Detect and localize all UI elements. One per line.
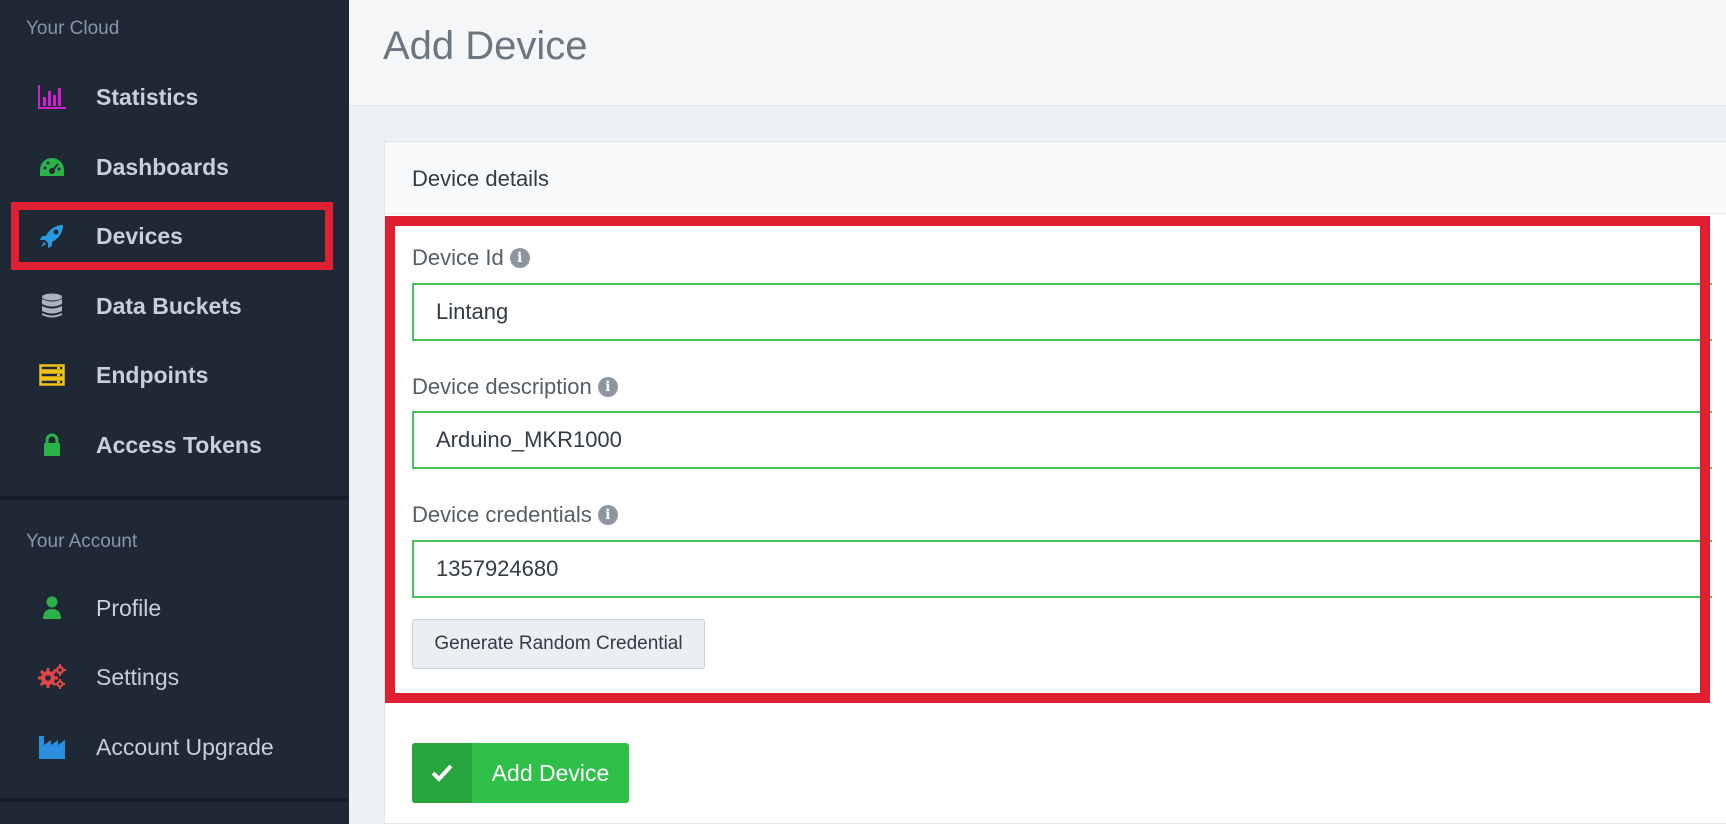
page-title: Add Device — [383, 24, 588, 68]
sidebar-divider — [0, 496, 349, 500]
sidebar-item-label: Profile — [96, 594, 162, 621]
server-icon — [37, 360, 67, 390]
sidebar-item-label: Data Buckets — [96, 292, 242, 319]
sidebar-item-label: Dashboards — [96, 153, 229, 180]
highlight-box-devices — [11, 202, 333, 270]
card-title: Device details — [412, 166, 549, 191]
bar-chart-icon — [37, 82, 67, 112]
sidebar-item-statistics[interactable]: Statistics — [0, 69, 349, 125]
sidebar-item-label: Statistics — [96, 83, 199, 110]
sidebar-item-profile[interactable]: Profile — [0, 580, 349, 636]
sidebar-item-label: Access Tokens — [96, 431, 262, 458]
lock-icon — [37, 430, 67, 460]
dashboard-gauge-icon — [37, 152, 67, 182]
check-icon — [412, 743, 472, 803]
user-icon — [37, 593, 67, 623]
sidebar-item-label: Account Upgrade — [96, 733, 274, 760]
database-icon — [37, 291, 67, 321]
page-header: Add Device — [349, 0, 1726, 106]
industry-icon — [37, 732, 67, 762]
sidebar-item-access-tokens[interactable]: Access Tokens — [0, 417, 349, 473]
highlight-box-form — [385, 216, 1710, 703]
sidebar-item-account-upgrade[interactable]: Account Upgrade — [0, 719, 349, 775]
sidebar-item-label: Endpoints — [96, 361, 209, 388]
sidebar-divider — [0, 798, 349, 802]
section-heading-your-account: Your Account — [26, 531, 138, 552]
sidebar-item-settings[interactable]: Settings — [0, 649, 349, 705]
sidebar-item-dashboards[interactable]: Dashboards — [0, 139, 349, 195]
gears-icon — [37, 662, 67, 692]
add-device-button[interactable]: Add Device — [412, 743, 629, 803]
card-header: Device details — [385, 142, 1726, 214]
section-heading-your-cloud: Your Cloud — [26, 18, 120, 39]
add-device-button-label: Add Device — [491, 759, 610, 786]
sidebar-item-endpoints[interactable]: Endpoints — [0, 347, 349, 403]
sidebar: Your Cloud Statistics Dashboards Devices… — [0, 0, 349, 824]
sidebar-item-label: Settings — [96, 663, 180, 690]
sidebar-item-data-buckets[interactable]: Data Buckets — [0, 278, 349, 334]
